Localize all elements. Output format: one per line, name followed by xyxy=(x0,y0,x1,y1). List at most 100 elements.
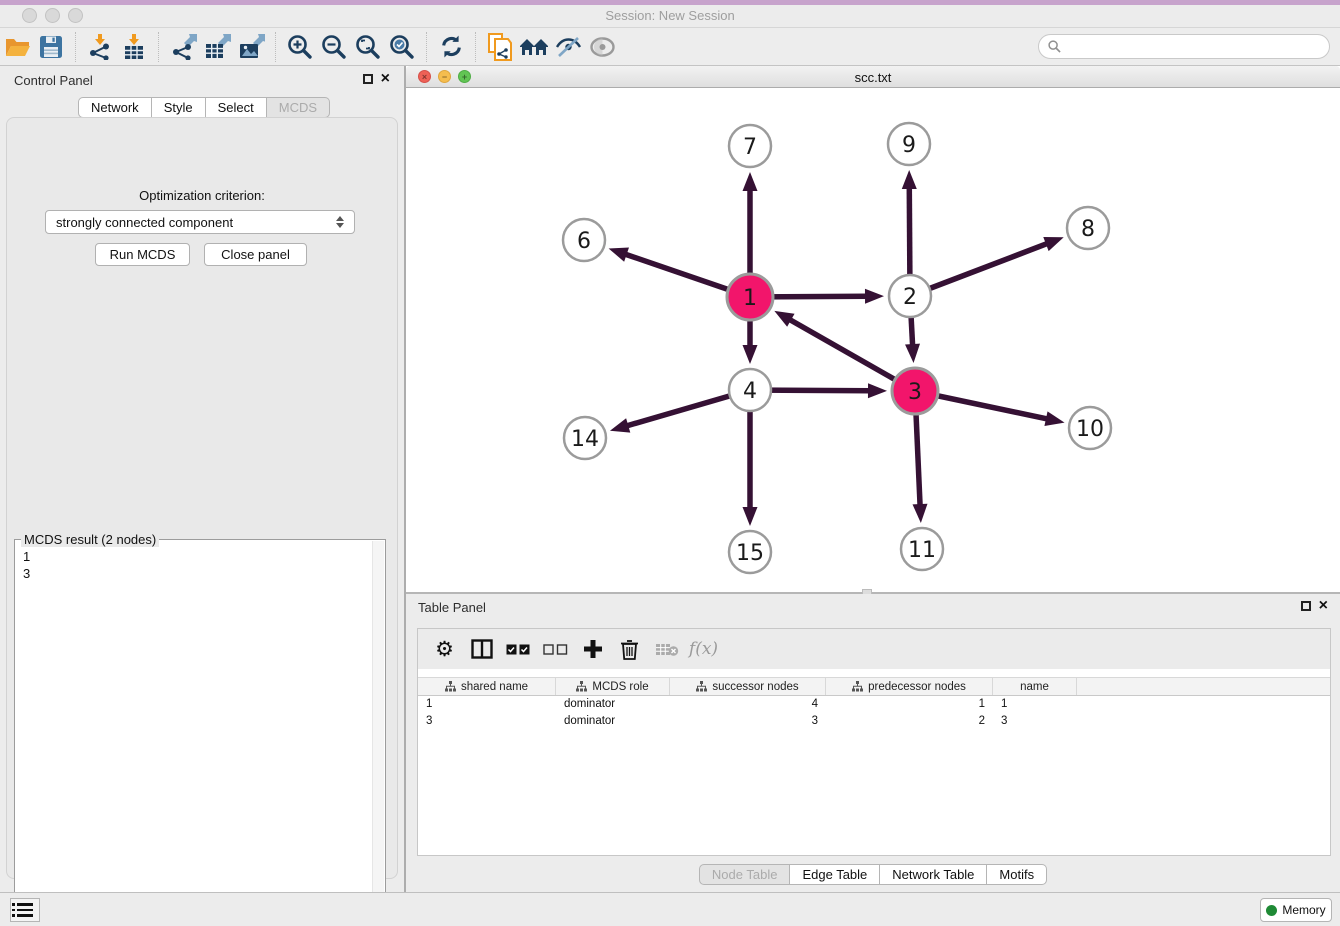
task-history-button[interactable] xyxy=(10,898,40,922)
tab-node-table[interactable]: Node Table xyxy=(699,864,791,885)
node-label: 6 xyxy=(577,229,591,254)
table-row[interactable]: 3dominator323 xyxy=(418,713,1330,730)
column-label: MCDS role xyxy=(592,681,648,693)
export-network-icon[interactable] xyxy=(166,31,200,63)
show-column-panel-icon[interactable] xyxy=(463,632,500,666)
edge-arrowhead xyxy=(868,383,887,398)
node-label: 15 xyxy=(736,541,764,566)
close-panel-icon[interactable]: × xyxy=(1319,601,1328,611)
deselect-all-checkboxes-icon[interactable] xyxy=(537,632,574,666)
show-graphics-details-icon[interactable] xyxy=(585,31,619,63)
table-cell[interactable]: 3 xyxy=(418,715,556,727)
optimization-criterion-label: Optimization criterion: xyxy=(7,188,397,203)
search-field[interactable] xyxy=(1038,34,1330,59)
column-header-MCDS-role[interactable]: MCDS role xyxy=(556,678,670,695)
edge-arrowhead xyxy=(865,289,884,304)
run-mcds-button[interactable]: Run MCDS xyxy=(95,243,190,266)
node-label: 10 xyxy=(1076,417,1104,442)
export-table-icon[interactable] xyxy=(200,31,234,63)
column-type-icon xyxy=(576,681,587,692)
table-cell[interactable]: dominator xyxy=(556,698,670,710)
table-body: 1dominator4113dominator323 xyxy=(418,696,1330,729)
column-header-name[interactable]: name xyxy=(993,678,1077,695)
float-panel-icon[interactable] xyxy=(1301,601,1311,611)
function-builder-icon[interactable]: f(x) xyxy=(685,632,722,666)
delete-table-icon[interactable] xyxy=(648,632,685,666)
table-cell[interactable]: 3 xyxy=(670,715,826,727)
table-cell[interactable]: 1 xyxy=(826,698,993,710)
import-table-icon[interactable] xyxy=(117,31,151,63)
select-stepper-icon xyxy=(336,216,344,228)
result-scrollbar[interactable] xyxy=(372,541,384,915)
zoom-fit-icon[interactable] xyxy=(351,31,385,63)
table-cell[interactable]: 1 xyxy=(993,698,1077,710)
result-item: 1 xyxy=(23,548,363,565)
table-cell[interactable]: 1 xyxy=(418,698,556,710)
tab-mcds[interactable]: MCDS xyxy=(267,97,330,118)
zoom-selected-icon[interactable] xyxy=(385,31,419,63)
table-options-gear-icon[interactable]: ⚙ xyxy=(426,632,463,666)
node-label: 2 xyxy=(903,285,917,310)
network-canvas[interactable]: 7968124314101511 xyxy=(406,88,1340,592)
network-window-titlebar[interactable]: × − + scc.txt xyxy=(406,66,1340,88)
column-header-shared-name[interactable]: shared name xyxy=(418,678,556,695)
node-label: 4 xyxy=(743,379,757,404)
column-type-icon xyxy=(445,681,456,692)
memory-label: Memory xyxy=(1282,903,1325,917)
search-input[interactable] xyxy=(1066,40,1320,54)
control-panel-tabs: NetworkStyleSelectMCDS xyxy=(78,97,330,118)
tab-network[interactable]: Network xyxy=(78,97,152,118)
tab-network-table[interactable]: Network Table xyxy=(880,864,987,885)
mcds-result-list[interactable]: 13 xyxy=(15,543,371,916)
column-header-predecessor-nodes[interactable]: predecessor nodes xyxy=(826,678,993,695)
hide-graphics-details-icon[interactable] xyxy=(551,31,585,63)
column-header-successor-nodes[interactable]: successor nodes xyxy=(670,678,826,695)
node-label: 7 xyxy=(743,135,757,160)
node-label: 11 xyxy=(908,538,936,563)
tab-select[interactable]: Select xyxy=(206,97,267,118)
criterion-select[interactable]: strongly connected component xyxy=(45,210,355,234)
tab-style[interactable]: Style xyxy=(152,97,206,118)
zoom-in-icon[interactable] xyxy=(283,31,317,63)
network-title: scc.txt xyxy=(406,70,1340,85)
edge-arrowhead xyxy=(1044,411,1064,426)
memory-status-icon xyxy=(1266,905,1277,916)
node-label: 1 xyxy=(743,286,757,311)
export-image-icon[interactable] xyxy=(234,31,268,63)
table-toolbar: ⚙ xyxy=(418,629,1330,669)
node-label: 14 xyxy=(571,427,599,452)
mcds-result-group: MCDS result (2 nodes) 13 xyxy=(14,539,386,917)
result-item: 3 xyxy=(23,565,363,582)
import-network-icon[interactable] xyxy=(83,31,117,63)
search-icon xyxy=(1048,40,1061,53)
column-type-icon xyxy=(696,681,707,692)
table-cell[interactable]: 2 xyxy=(826,715,993,727)
tab-motifs[interactable]: Motifs xyxy=(987,864,1047,885)
tab-edge-table[interactable]: Edge Table xyxy=(790,864,880,885)
add-column-icon[interactable] xyxy=(574,632,611,666)
table-cell[interactable]: 4 xyxy=(670,698,826,710)
close-panel-button[interactable]: Close panel xyxy=(204,243,307,266)
table-row[interactable]: 1dominator411 xyxy=(418,696,1330,713)
select-all-checkboxes-icon[interactable] xyxy=(500,632,537,666)
toolbar-separator xyxy=(475,32,476,62)
save-session-icon[interactable] xyxy=(34,31,68,63)
node-label: 8 xyxy=(1081,217,1095,242)
control-panel: Control Panel × NetworkStyleSelectMCDS O… xyxy=(0,66,404,892)
delete-column-icon[interactable] xyxy=(611,632,648,666)
zoom-out-icon[interactable] xyxy=(317,31,351,63)
table-cell[interactable]: dominator xyxy=(556,715,670,727)
home-network-icon[interactable] xyxy=(517,31,551,63)
open-session-icon[interactable] xyxy=(0,31,34,63)
close-panel-icon[interactable]: × xyxy=(381,74,390,84)
memory-button[interactable]: Memory xyxy=(1260,898,1332,922)
window-titlebar: Session: New Session xyxy=(0,0,1340,28)
edge-arrowhead xyxy=(743,345,758,364)
refresh-layout-icon[interactable] xyxy=(434,31,468,63)
network-graph[interactable]: 7968124314101511 xyxy=(406,88,1340,592)
duplicate-network-icon[interactable] xyxy=(483,31,517,63)
table-cell[interactable]: 3 xyxy=(993,715,1077,727)
main-toolbar xyxy=(0,28,1340,66)
toolbar-separator xyxy=(158,32,159,62)
float-panel-icon[interactable] xyxy=(363,74,373,84)
